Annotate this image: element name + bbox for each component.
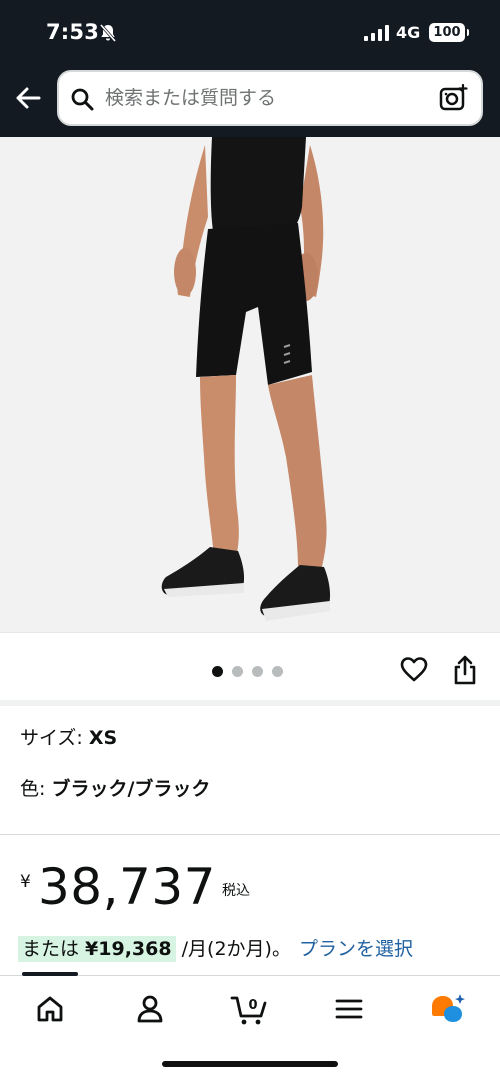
color-value: ブラック/ブラック bbox=[51, 778, 211, 800]
status-time: 7:53 bbox=[46, 20, 100, 44]
battery-indicator: 100 bbox=[429, 23, 469, 42]
search-icon bbox=[71, 88, 94, 111]
image-carousel-dots[interactable] bbox=[212, 666, 283, 678]
tax-note: 税込 bbox=[222, 883, 250, 899]
home-indicator-bar bbox=[162, 1061, 338, 1067]
installment-highlight: または ¥19,368 bbox=[18, 936, 176, 962]
cart-icon[interactable]: 0 bbox=[230, 992, 270, 1026]
cart-count: 0 bbox=[248, 998, 257, 1013]
installment-prefix: または bbox=[22, 938, 86, 960]
carousel-dot[interactable] bbox=[212, 666, 223, 677]
section-divider bbox=[0, 700, 500, 706]
active-tab-indicator bbox=[22, 972, 78, 976]
back-arrow-icon[interactable] bbox=[14, 84, 42, 112]
account-icon[interactable] bbox=[133, 992, 167, 1026]
app-header: 7:53 4G 100 bbox=[0, 0, 500, 137]
signal-icon bbox=[364, 25, 389, 41]
status-bar: 7:53 4G 100 bbox=[0, 0, 500, 64]
rufus-assistant-icon[interactable] bbox=[428, 992, 466, 1026]
select-plan-link[interactable]: プランを選択 bbox=[299, 938, 413, 960]
price-amount: 38,737 bbox=[38, 858, 216, 916]
home-icon[interactable] bbox=[33, 992, 67, 1026]
camera-lens-icon[interactable] bbox=[439, 84, 469, 112]
installment-amount: ¥19,368 bbox=[85, 938, 172, 960]
color-selector[interactable]: 色: ブラック/ブラック bbox=[20, 774, 210, 801]
product-image[interactable] bbox=[0, 137, 500, 632]
search-bar[interactable] bbox=[57, 70, 483, 126]
product-photo bbox=[0, 137, 500, 632]
carousel-dot[interactable] bbox=[272, 666, 283, 677]
search-input[interactable] bbox=[105, 72, 425, 124]
carousel-dot[interactable] bbox=[252, 666, 263, 677]
carousel-dot[interactable] bbox=[232, 666, 243, 677]
network-type: 4G bbox=[396, 23, 421, 42]
share-icon[interactable] bbox=[452, 655, 478, 685]
menu-icon[interactable] bbox=[332, 992, 366, 1026]
muted-bell-icon bbox=[99, 24, 117, 42]
color-label: 色: bbox=[20, 778, 52, 800]
currency-symbol: ¥ bbox=[20, 872, 31, 892]
image-divider bbox=[0, 632, 500, 633]
size-label: サイズ: bbox=[20, 727, 89, 749]
divider bbox=[0, 834, 500, 835]
size-selector[interactable]: サイズ: XS bbox=[20, 723, 117, 750]
heart-icon[interactable] bbox=[400, 656, 428, 684]
size-value: XS bbox=[88, 727, 118, 749]
installment-suffix: /月(2か月)。 bbox=[175, 938, 291, 960]
installment-offer: または ¥19,368 /月(2か月)。 プランを選択 bbox=[18, 934, 413, 964]
